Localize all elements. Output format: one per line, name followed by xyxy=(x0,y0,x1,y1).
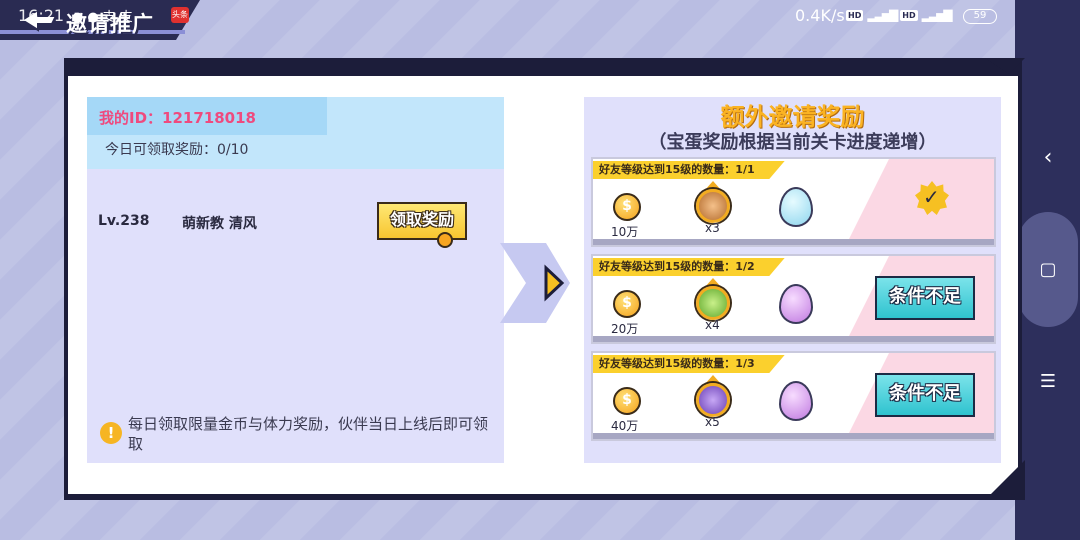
avatar-multiplier: x4 xyxy=(705,318,720,332)
row-shadow xyxy=(593,336,994,342)
claim-reward-label: 领取奖励 xyxy=(389,210,454,229)
coin-amount: 40万 xyxy=(611,419,639,433)
hd-icon: HD xyxy=(900,9,918,21)
character-avatar xyxy=(696,286,730,320)
status-time: 16:21 xyxy=(18,6,65,25)
signal-icon: ▂▃▅▇ xyxy=(867,8,898,22)
reward-row: 好友等级达到15级的数量：1/1 $ 10万 x3 ✓ xyxy=(591,157,996,247)
reward-row: 好友等级达到15级的数量：1/3 $ 40万 x5 条件不足 xyxy=(591,351,996,441)
daily-claim-count: 今日可领取奖励：0/10 xyxy=(105,142,249,158)
character-avatar xyxy=(696,383,730,417)
info-text: 每日领取限量金币与体力奖励，伙伴当日上线后即可领取 xyxy=(128,415,489,453)
status-bar: 16:21 ●●支支 头条 0.4K/s HD ▂▃▅▇ HD ▂▃▅▇ 59 xyxy=(0,0,1015,32)
avatar-multiplier: x3 xyxy=(705,221,720,235)
system-nav-bar: ‹ ▢ ☰ xyxy=(1015,0,1080,540)
avatar-multiplier: x5 xyxy=(705,415,720,429)
condition-not-met-button[interactable]: 条件不足 xyxy=(875,276,975,320)
signal-icon: ▂▃▅▇ xyxy=(921,8,953,22)
nav-home-icon[interactable]: ▢ xyxy=(1029,251,1067,289)
reward-condition: 好友等级达到15级的数量：1/2 xyxy=(593,258,785,276)
network-icons: HD ▂▃▅▇ HD ▂▃▅▇ xyxy=(846,8,953,22)
my-id: 我的ID：121718018 xyxy=(99,109,256,127)
row-shadow xyxy=(593,433,994,439)
nav-back-icon[interactable]: ‹ xyxy=(1029,139,1067,177)
network-speed: 0.4K/s xyxy=(795,6,845,25)
battery-icon: 59 xyxy=(963,9,997,24)
extra-reward-subtitle: （宝蛋奖励根据当前关卡进度递增） xyxy=(648,132,937,153)
check-icon: ✓ xyxy=(923,185,940,209)
arrow-right-icon xyxy=(500,243,570,323)
coin-icon: $ xyxy=(613,387,641,415)
claim-reward-button[interactable]: 领取奖励 xyxy=(377,202,467,248)
app-badge-icon: 头条 xyxy=(171,7,189,23)
coin-icon: $ xyxy=(613,193,641,221)
notification-icons: ●●支支 xyxy=(72,10,137,25)
character-avatar xyxy=(696,189,730,223)
my-invite-header: 我的ID：121718018 今日可领取奖励：0/10 xyxy=(87,97,504,169)
egg-icon xyxy=(779,284,813,324)
reward-condition: 好友等级达到15级的数量：1/1 xyxy=(593,161,785,179)
extra-reward-title: 额外邀请奖励 xyxy=(720,103,865,131)
extra-reward-card: 额外邀请奖励 （宝蛋奖励根据当前关卡进度递增） 好友等级达到15级的数量：1/1… xyxy=(584,97,1001,463)
reward-condition: 好友等级达到15级的数量：1/3 xyxy=(593,355,785,373)
hd-icon: HD xyxy=(846,9,864,21)
my-invite-card: 我的ID：121718018 今日可领取奖励：0/10 Lv.238 萌新教 清… xyxy=(87,97,504,463)
nav-menu-icon[interactable]: ☰ xyxy=(1029,363,1067,401)
reward-row: 好友等级达到15级的数量：1/2 $ 20万 x4 条件不足 xyxy=(591,254,996,344)
egg-icon xyxy=(779,381,813,421)
coin-icon xyxy=(437,232,453,248)
coin-amount: 10万 xyxy=(611,225,639,239)
coin-amount: 20万 xyxy=(611,322,639,336)
coin-icon: $ xyxy=(613,290,641,318)
warning-icon: ! xyxy=(100,422,122,444)
friend-name: 萌新教 清风 xyxy=(182,216,257,232)
friend-level: Lv.238 xyxy=(98,213,150,229)
row-shadow xyxy=(593,239,994,245)
egg-icon xyxy=(779,187,813,227)
condition-not-met-button[interactable]: 条件不足 xyxy=(875,373,975,417)
